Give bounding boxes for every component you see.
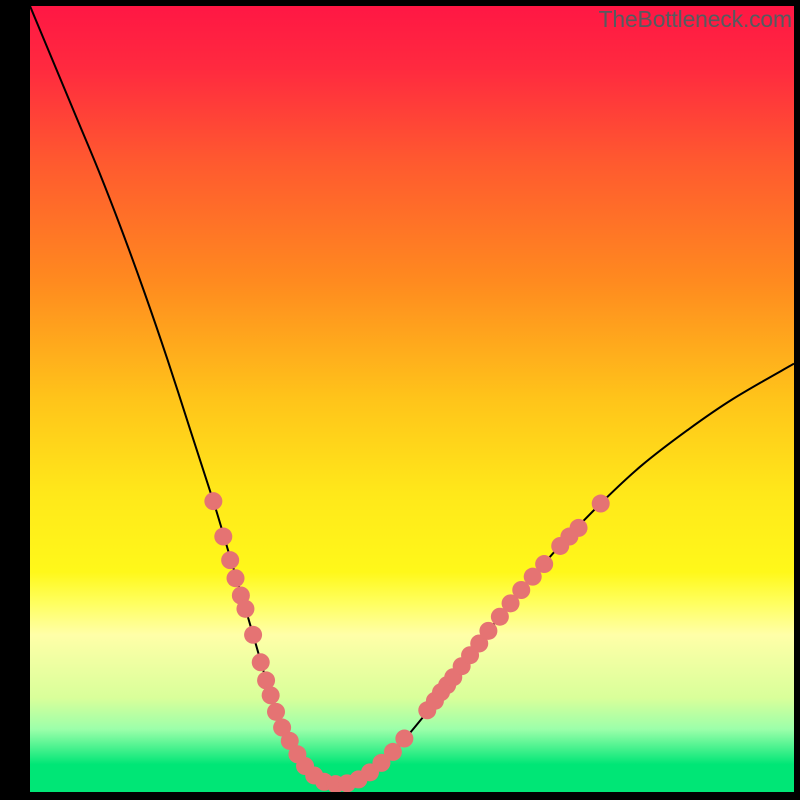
- marker-dot: [236, 600, 254, 618]
- marker-dot: [592, 495, 610, 513]
- marker-dot: [244, 626, 262, 644]
- bottleneck-chart: [30, 6, 794, 792]
- marker-dot: [214, 528, 232, 546]
- marker-dot: [221, 551, 239, 569]
- watermark-text: TheBottleneck.com: [599, 6, 792, 33]
- marker-dot: [252, 653, 270, 671]
- marker-dot: [479, 622, 497, 640]
- marker-dot: [262, 686, 280, 704]
- marker-dot: [395, 730, 413, 748]
- marker-dot: [227, 569, 245, 587]
- marker-dot: [570, 519, 588, 537]
- marker-dot: [204, 492, 222, 510]
- gradient-background: [30, 6, 794, 792]
- chart-frame: [30, 6, 794, 792]
- marker-dot: [535, 555, 553, 573]
- marker-dot: [267, 703, 285, 721]
